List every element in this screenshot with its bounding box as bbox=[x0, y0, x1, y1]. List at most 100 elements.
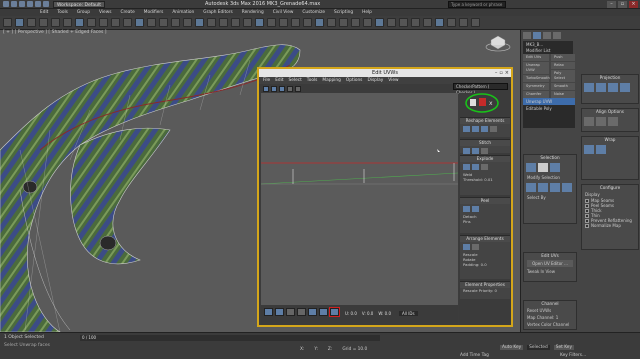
maximize-icon[interactable]: ▫ bbox=[618, 1, 627, 8]
grow-select-icon[interactable] bbox=[308, 308, 317, 316]
toolbar-button-icon[interactable] bbox=[267, 18, 276, 27]
toolbar-button-icon[interactable] bbox=[447, 18, 456, 27]
toolbar-button-icon[interactable] bbox=[243, 18, 252, 27]
toolbar-button-icon[interactable] bbox=[195, 18, 204, 27]
toolbar-button-icon[interactable] bbox=[135, 18, 144, 27]
pins-label[interactable]: Pins bbox=[460, 219, 510, 224]
uvw-menu-item[interactable]: Display bbox=[367, 78, 383, 83]
toolbar-button-icon[interactable] bbox=[147, 18, 156, 27]
menu-item[interactable]: Rendering bbox=[242, 10, 264, 15]
toolbar-button-icon[interactable] bbox=[63, 18, 72, 27]
menu-item[interactable]: Graph Editors bbox=[203, 10, 233, 15]
uv-editor-canvas[interactable] bbox=[261, 93, 458, 305]
modifier-button[interactable]: Symmetry bbox=[523, 83, 549, 90]
modifier-button[interactable]: Smooth bbox=[551, 83, 575, 90]
stack-item[interactable]: Editable Poly bbox=[523, 105, 575, 112]
set-key-button[interactable]: Set Key bbox=[553, 345, 574, 350]
open-icon[interactable] bbox=[19, 1, 25, 7]
reshape-elements-header[interactable]: Reshape Elements bbox=[460, 118, 510, 124]
modifier-button[interactable]: TurboSmooth bbox=[523, 75, 550, 82]
minimize-icon[interactable]: – bbox=[495, 69, 498, 77]
minimize-icon[interactable]: – bbox=[607, 1, 616, 8]
rotate-icon[interactable] bbox=[271, 85, 277, 92]
toolbar-button-icon[interactable] bbox=[183, 18, 192, 27]
scale-icon[interactable] bbox=[279, 85, 285, 92]
menu-item[interactable]: Group bbox=[77, 10, 90, 15]
menu-item[interactable]: Create bbox=[120, 10, 134, 15]
toolbar-button-icon[interactable] bbox=[291, 18, 300, 27]
stitch-target-icon[interactable] bbox=[472, 148, 479, 154]
uvw-menu-item[interactable]: Tools bbox=[307, 78, 318, 83]
redo-icon[interactable] bbox=[43, 1, 49, 7]
loop-select-icon[interactable] bbox=[329, 307, 340, 317]
peel-mode-icon[interactable] bbox=[472, 206, 479, 212]
u-field[interactable]: U: 0.0 bbox=[345, 311, 357, 316]
stitch-source-icon[interactable] bbox=[463, 148, 470, 154]
toolbar-button-icon[interactable] bbox=[339, 18, 348, 27]
toolbar-button-icon[interactable] bbox=[171, 18, 180, 27]
uvw-menu-item[interactable]: Mapping bbox=[322, 78, 340, 83]
save-icon[interactable] bbox=[27, 1, 33, 7]
viewcube-icon[interactable] bbox=[484, 33, 512, 53]
toolbar-button-icon[interactable] bbox=[375, 18, 384, 27]
map-channel-field[interactable]: Map Channel: 1 bbox=[524, 314, 576, 321]
menu-item[interactable]: Civil View bbox=[273, 10, 294, 15]
toolbar-button-icon[interactable] bbox=[51, 18, 60, 27]
toolbar-button-icon[interactable] bbox=[315, 18, 324, 27]
pack-normalize-icon[interactable] bbox=[463, 244, 470, 250]
auto-key-button[interactable]: Auto Key bbox=[500, 345, 524, 350]
modifier-button[interactable]: Poly Select bbox=[551, 70, 575, 82]
menu-item[interactable]: Views bbox=[99, 10, 111, 15]
w-field[interactable]: W: 0.0 bbox=[378, 311, 391, 316]
edge-select-icon[interactable] bbox=[275, 308, 284, 316]
box-map-icon[interactable] bbox=[620, 83, 630, 92]
toolbar-button-icon[interactable] bbox=[327, 18, 336, 27]
modifier-button[interactable]: Unwrap UVW bbox=[523, 62, 549, 74]
checker-dropdown[interactable]: CheckerPattern ( Checker ) bbox=[453, 83, 508, 95]
toolbar-button-icon[interactable] bbox=[123, 18, 132, 27]
toolbar-button-icon[interactable] bbox=[255, 18, 264, 27]
motion-tab-icon[interactable] bbox=[553, 32, 561, 39]
close-icon[interactable]: × bbox=[505, 69, 509, 77]
threshold-field[interactable]: Threshold: 0.01 bbox=[460, 177, 510, 182]
freeform-icon[interactable] bbox=[287, 85, 293, 92]
toolbar-button-icon[interactable] bbox=[387, 18, 396, 27]
shrink-select-icon[interactable] bbox=[319, 308, 328, 316]
toolbar-button-icon[interactable] bbox=[75, 18, 84, 27]
toolbar-button-icon[interactable] bbox=[459, 18, 468, 27]
toolbar-button-icon[interactable] bbox=[39, 18, 48, 27]
workspace-dropdown[interactable]: Workspace: Default bbox=[53, 0, 105, 8]
modifier-button[interactable]: Edit UVs bbox=[523, 54, 549, 61]
rescale-priority-field[interactable]: Rescale Priority: 0 bbox=[460, 288, 510, 293]
flatten-icon[interactable] bbox=[481, 164, 488, 170]
menu-item[interactable]: Help bbox=[362, 10, 372, 15]
toolbar-button-icon[interactable] bbox=[3, 18, 12, 27]
uvw-menu-item[interactable]: View bbox=[388, 78, 398, 83]
break-icon[interactable] bbox=[463, 164, 470, 170]
planar-map-icon[interactable] bbox=[584, 83, 594, 92]
tweak-in-view-button[interactable]: Tweak In View bbox=[524, 268, 576, 275]
maximize-icon[interactable]: ▫ bbox=[499, 69, 502, 77]
menu-item[interactable]: Animation bbox=[172, 10, 194, 15]
modifier-stack[interactable]: Unwrap UVW Editable Poly bbox=[523, 98, 575, 128]
uvw-menu-item[interactable]: File bbox=[263, 78, 270, 83]
pack-custom-icon[interactable] bbox=[472, 244, 479, 250]
unfold-strip-icon[interactable] bbox=[596, 145, 606, 154]
stitch-custom-icon[interactable] bbox=[481, 148, 488, 154]
toolbar-button-icon[interactable] bbox=[207, 18, 216, 27]
toolbar-button-icon[interactable] bbox=[363, 18, 372, 27]
z-coordinate-field[interactable]: Z: bbox=[328, 347, 332, 352]
toolbar-button-icon[interactable] bbox=[27, 18, 36, 27]
align-y-icon[interactable] bbox=[596, 117, 606, 126]
open-uv-editor-button[interactable]: Open UV Editor ... bbox=[527, 260, 573, 267]
stack-item[interactable]: Unwrap UVW bbox=[523, 98, 575, 105]
vertex-select-icon[interactable] bbox=[264, 308, 273, 316]
toolbar-button-icon[interactable] bbox=[15, 18, 24, 27]
menu-item[interactable]: Tools bbox=[57, 10, 68, 15]
toolbar-button-icon[interactable] bbox=[303, 18, 312, 27]
normalize-map-checkbox[interactable]: Normalize Map bbox=[582, 223, 638, 228]
uvw-menu-item[interactable]: Edit bbox=[275, 78, 283, 83]
toolbar-button-icon[interactable] bbox=[435, 18, 444, 27]
align-z-icon[interactable] bbox=[608, 117, 618, 126]
add-time-tag[interactable]: Add Time Tag bbox=[460, 353, 489, 358]
